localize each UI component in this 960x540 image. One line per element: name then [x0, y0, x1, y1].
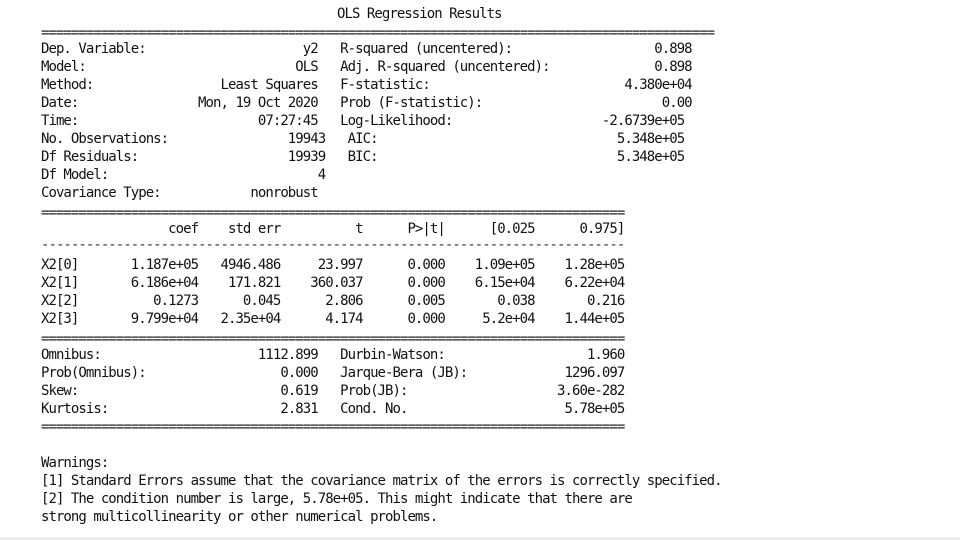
top-double-rule: ========================================…	[41, 28, 715, 38]
coef-table-header: coef std err t P>|t| [0.025 0.975]	[41, 221, 625, 237]
table-row: X2[1] 6.186e+04 171.821 360.037 0.000 6.…	[41, 275, 625, 291]
coef-top-rule: ========================================…	[41, 208, 625, 218]
model-info-line: No. Observations: 19943 AIC: 5.348e+05	[41, 131, 685, 147]
diagnostics-top-rule: ========================================…	[41, 334, 625, 344]
model-info-line: Time: 07:27:45 Log-Likelihood: -2.6739e+…	[41, 113, 685, 129]
diagnostics-line: Kurtosis: 2.831 Cond. No. 5.78e+05	[41, 401, 625, 417]
warnings-heading: Warnings:	[41, 455, 109, 471]
diagnostics-line: Prob(Omnibus): 0.000 Jarque-Bera (JB): 1…	[41, 365, 625, 381]
model-info-line: Df Residuals: 19939 BIC: 5.348e+05	[41, 149, 685, 165]
table-row: X2[2] 0.1273 0.045 2.806 0.005 0.038 0.2…	[41, 293, 625, 309]
model-info-line: Date: Mon, 19 Oct 2020 Prob (F-statistic…	[41, 95, 693, 111]
model-info-line: Dep. Variable: y2 R-squared (uncentered)…	[41, 41, 693, 57]
diagnostics-line: Omnibus: 1112.899 Durbin-Watson: 1.960	[41, 347, 625, 363]
diagnostics-line: Skew: 0.619 Prob(JB): 3.60e-282	[41, 383, 625, 399]
summary-title: OLS Regression Results	[337, 6, 502, 22]
model-info-line: Df Model: 4	[41, 167, 326, 183]
table-row: X2[3] 9.799e+04 2.35e+04 4.174 0.000 5.2…	[41, 311, 625, 327]
model-info-line: Covariance Type: nonrobust	[41, 185, 319, 201]
coef-header-rule: ----------------------------------------…	[41, 240, 625, 250]
model-info-line: Method: Least Squares F-statistic: 4.380…	[41, 77, 693, 93]
warning-line: [1] Standard Errors assume that the cova…	[41, 473, 723, 489]
warning-line: strong multicollinearity or other numeri…	[41, 509, 438, 525]
diagnostics-bottom-rule: ========================================…	[41, 422, 625, 432]
model-info-line: Model: OLS Adj. R-squared (uncentered): …	[41, 59, 693, 75]
warning-line: [2] The condition number is large, 5.78e…	[41, 491, 633, 507]
table-row: X2[0] 1.187e+05 4946.486 23.997 0.000 1.…	[41, 257, 625, 273]
